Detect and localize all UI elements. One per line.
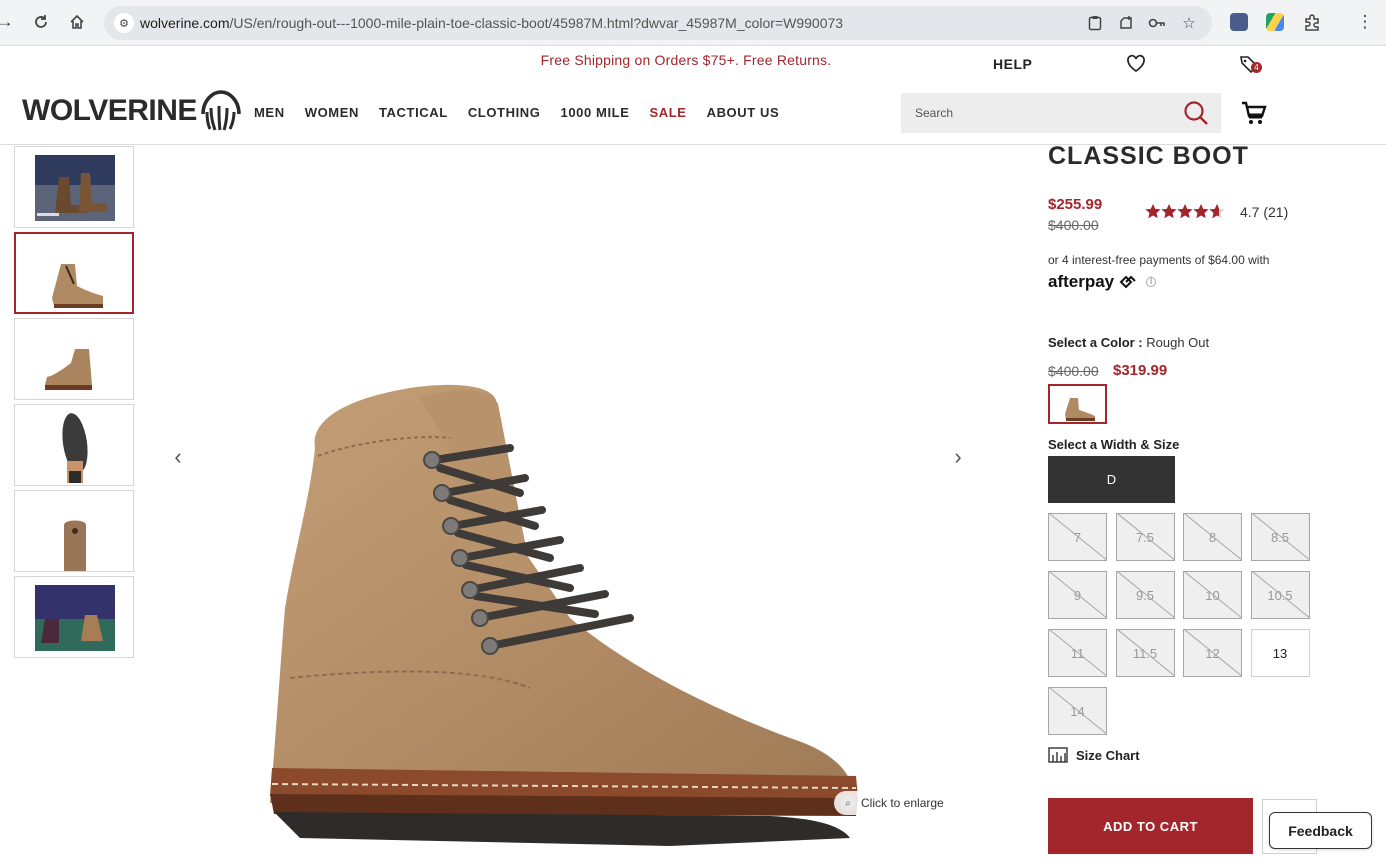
thumbnail-1[interactable]	[14, 146, 134, 228]
previous-image-arrow[interactable]: ‹	[168, 446, 188, 468]
thumbnail-6[interactable]	[14, 576, 134, 658]
wishlist-count-badge: 4	[1251, 62, 1262, 73]
size-option-7-5[interactable]: 7.5	[1115, 513, 1175, 561]
enlarge-label: Click to enlarge	[861, 796, 944, 810]
forward-icon[interactable]: →	[0, 11, 16, 33]
thumbnail-5[interactable]	[14, 490, 134, 572]
drive-icon[interactable]	[1266, 13, 1284, 31]
add-to-cart-button[interactable]: ADD TO CART	[1048, 798, 1253, 854]
browser-toolbar: → ⚙ wolverine.com/US/en/rough-out---1000…	[0, 0, 1386, 46]
size-chart-link[interactable]: Size Chart	[1048, 747, 1140, 763]
size-option-7[interactable]: 7	[1048, 513, 1107, 561]
color-sale-price: $319.99	[1113, 362, 1168, 379]
color-label-text: Select a Color :	[1048, 335, 1143, 350]
afterpay-arrows-icon	[1119, 275, 1136, 289]
nav-tactical[interactable]: TACTICAL	[379, 105, 448, 120]
afterpay-text: or 4 interest-free payments of $64.00 wi…	[1048, 253, 1270, 267]
afterpay-info-icon[interactable]: i	[1146, 277, 1157, 287]
color-original-price: $400.00	[1048, 363, 1099, 379]
size-option-14[interactable]: 14	[1048, 687, 1107, 735]
size-option-12[interactable]: 12	[1183, 629, 1242, 677]
url-host: wolverine.com	[140, 15, 230, 31]
sale-price: $255.99	[1048, 196, 1103, 213]
nav-women[interactable]: WOMEN	[305, 105, 359, 120]
width-button-d[interactable]: D	[1048, 456, 1175, 503]
click-to-enlarge[interactable]: ⌕ Click to enlarge	[834, 791, 950, 815]
home-icon[interactable]	[66, 11, 88, 33]
size-option-8-5[interactable]: 8.5	[1250, 513, 1310, 561]
site-info-icon[interactable]: ⚙	[114, 13, 134, 33]
site-logo[interactable]: WOLVERINE	[22, 90, 243, 132]
size-option-10-5[interactable]: 10.5	[1250, 571, 1310, 619]
rating-text[interactable]: 4.7 (21)	[1240, 204, 1288, 220]
rating-stars[interactable]	[1145, 203, 1225, 221]
thumbnail-2[interactable]	[14, 232, 134, 314]
extensions-icon[interactable]	[1301, 11, 1323, 33]
afterpay-brand: afterpay	[1048, 272, 1115, 291]
help-link[interactable]: HELP	[993, 56, 1032, 72]
wishlist-tag-icon[interactable]: 4	[1239, 54, 1262, 76]
product-title: CLASSIC BOOT	[1048, 142, 1249, 170]
next-image-arrow[interactable]: ›	[948, 446, 968, 468]
url-text[interactable]: wolverine.com/US/en/rough-out---1000-mil…	[140, 15, 843, 31]
main-product-image[interactable]	[150, 148, 990, 859]
promo-banner[interactable]: Free Shipping on Orders $75+. Free Retur…	[0, 52, 1372, 68]
size-label: Select a Width & Size	[1048, 437, 1180, 452]
extension-add-icon[interactable]	[1117, 14, 1135, 32]
size-option-8[interactable]: 8	[1183, 513, 1242, 561]
nav-1000-mile[interactable]: 1000 MILE	[561, 105, 630, 120]
password-key-icon[interactable]	[1148, 14, 1166, 32]
size-option-9-5[interactable]: 9.5	[1115, 571, 1175, 619]
nav-men[interactable]: MEN	[254, 105, 285, 120]
extension-puzzle-app-icon[interactable]	[1230, 13, 1248, 31]
search-input[interactable]	[901, 93, 1171, 133]
address-bar[interactable]: ⚙ wolverine.com/US/en/rough-out---1000-m…	[104, 6, 1212, 40]
thumbnail-3[interactable]	[14, 318, 134, 400]
magnifier-icon: ⌕	[840, 795, 856, 811]
nav-sale[interactable]: SALE	[650, 105, 687, 120]
search-box	[901, 93, 1221, 133]
feedback-button[interactable]: Feedback	[1269, 812, 1372, 849]
main-nav: MEN WOMEN TACTICAL CLOTHING 1000 MILE SA…	[254, 105, 779, 120]
nav-clothing[interactable]: CLOTHING	[468, 105, 541, 120]
original-price: $400.00	[1048, 217, 1099, 233]
size-option-13[interactable]: 13	[1250, 629, 1310, 677]
nav-about-us[interactable]: ABOUT US	[707, 105, 780, 120]
search-icon[interactable]	[1183, 100, 1209, 126]
url-path: /US/en/rough-out---1000-mile-plain-toe-c…	[229, 15, 844, 31]
reload-icon[interactable]	[30, 11, 52, 33]
browser-menu-icon[interactable]: ⋮	[1354, 11, 1376, 33]
bookmark-star-icon[interactable]: ☆	[1180, 14, 1198, 32]
size-option-10[interactable]: 10	[1183, 571, 1242, 619]
heart-icon[interactable]	[1126, 54, 1146, 74]
star-rating-icon	[1145, 204, 1225, 219]
color-value: Rough Out	[1146, 335, 1210, 350]
size-option-11[interactable]: 11	[1048, 629, 1107, 677]
size-option-11-5[interactable]: 11.5	[1115, 629, 1175, 677]
cart-icon[interactable]	[1241, 100, 1267, 126]
thumbnail-4[interactable]	[14, 404, 134, 486]
claw-logo-icon	[201, 90, 241, 131]
size-chart-label: Size Chart	[1076, 747, 1140, 763]
size-chart-icon	[1048, 747, 1068, 763]
color-swatch-rough-out[interactable]	[1048, 384, 1107, 424]
color-label: Select a Color : Rough Out	[1048, 335, 1209, 350]
size-option-9[interactable]: 9	[1048, 571, 1107, 619]
logo-wordmark: WOLVERINE	[22, 94, 197, 127]
afterpay-logo: afterpay i	[1048, 272, 1157, 292]
clipboard-icon[interactable]	[1086, 14, 1104, 32]
